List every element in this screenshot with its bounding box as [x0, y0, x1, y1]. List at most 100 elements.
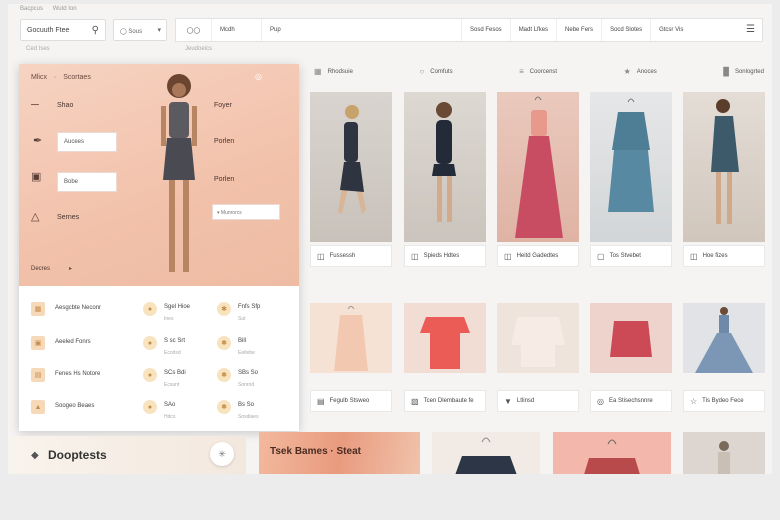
chevron-right-icon[interactable]: ▸	[69, 265, 72, 272]
wifi-icon[interactable]: ◎	[255, 72, 262, 81]
model-figure	[161, 74, 197, 272]
list-item[interactable]: Soogeo Beaes	[55, 403, 94, 409]
product-caption[interactable]: ▤ Fegulb Stsweo	[310, 390, 392, 412]
circle-icon: ○	[419, 67, 425, 76]
panel-right-item[interactable]: Porlen	[214, 138, 234, 145]
product-caption[interactable]: ◫ Hoe fizes	[683, 245, 765, 267]
dropdown-label: Sous	[128, 29, 143, 35]
product-caption[interactable]: ☆ Tis Bydeo Fece	[683, 390, 765, 412]
list-item-label: Aeeled Fonrs	[55, 339, 91, 345]
category-item[interactable]: ★ Anoces	[624, 67, 657, 76]
list-item-label: Bill	[238, 338, 247, 344]
list-item[interactable]: Bill Eeitebe	[238, 338, 255, 356]
caption-label: Tos Stvebet	[609, 253, 641, 259]
product-caption[interactable]: ◎ Ea Stisechsnnre	[590, 390, 672, 412]
nav-item[interactable]: Sosd Fesos	[462, 19, 511, 41]
product-image[interactable]	[404, 303, 486, 373]
product-caption[interactable]: ▧ Tcen Dlembaute fe	[404, 390, 486, 412]
list-item-label: SBs So	[238, 370, 259, 376]
product-caption[interactable]: ◫ Heitd Gadedtes	[497, 245, 579, 267]
sub-label-center: Jeudoeics	[185, 46, 213, 52]
caption-label: Hoe fizes	[702, 253, 728, 259]
product-image[interactable]	[310, 92, 392, 242]
list-item-sub: Ines	[164, 316, 174, 322]
list-item[interactable]: SBs So Sonrod	[238, 370, 258, 388]
product-caption[interactable]: ◫ Fussessh	[310, 245, 392, 267]
list-item-sub: Sut	[238, 316, 246, 322]
list-item-sub: Sonrod	[238, 382, 255, 388]
panel-field[interactable]: Bobe	[57, 172, 117, 192]
caption-label: Ltlinsd	[516, 398, 535, 404]
product-image[interactable]	[404, 92, 486, 242]
list-item-label: Bs So	[238, 402, 255, 408]
product-image[interactable]	[497, 303, 579, 373]
category-item[interactable]: ▦ Rhodsuie	[314, 67, 353, 76]
item-icon: ▲	[31, 400, 45, 414]
panel-footer-label[interactable]: Decres	[31, 266, 50, 272]
product-caption[interactable]: ▼ Ltlinsd	[497, 390, 579, 412]
model-figure	[338, 105, 366, 214]
panel-right-item[interactable]: Porlen	[214, 176, 234, 183]
caption-label: Ea Stisechsnnre	[608, 398, 653, 404]
settings-button[interactable]: ✳	[210, 442, 234, 466]
size-select-value: Munrorcs	[220, 210, 242, 216]
nav-item[interactable]: Nebe Fers	[557, 19, 603, 41]
nav-item[interactable]: Gtcsr Vis	[651, 19, 691, 41]
nav-item[interactable]: Madt Lfkes	[511, 19, 558, 41]
product-image[interactable]	[590, 303, 672, 373]
category-item[interactable]: █ Sonlogrted	[723, 67, 764, 76]
search-input[interactable]: Gocuuth Ftee ⚲	[20, 19, 106, 41]
product-image[interactable]	[553, 432, 671, 474]
sliders-icon: ≡	[519, 67, 524, 76]
hanger-icon[interactable]: △	[31, 210, 39, 223]
item-icon: ✱	[217, 302, 231, 316]
category-item[interactable]: ≡ Coorcenst	[519, 67, 557, 76]
list-item[interactable]: Aesgcbte Neconr	[55, 305, 101, 311]
list-item[interactable]: SAo Hdcs	[164, 402, 175, 420]
nav-item[interactable]: Pup	[262, 19, 462, 41]
size-select[interactable]: ▾ Munrorcs	[212, 204, 280, 220]
product-image[interactable]	[590, 92, 672, 242]
product-image[interactable]	[683, 303, 765, 373]
list-item[interactable]: Sgel Hioe Ines	[164, 304, 190, 322]
pencil-icon[interactable]: ✒	[33, 134, 42, 147]
hat-icon[interactable]: ─	[31, 99, 39, 111]
list-item[interactable]: Fenes Hs Notore	[55, 371, 100, 377]
nav-toggle-icon[interactable]: ◯◯	[176, 19, 212, 41]
sort-dropdown[interactable]: ◯ Sous ▾	[113, 19, 167, 41]
bag-icon: ◫	[317, 251, 325, 261]
hamburger-menu-icon[interactable]: ☰	[746, 24, 755, 35]
search-icon[interactable]: ⚲	[92, 25, 99, 36]
tag-icon: ▢	[597, 251, 605, 261]
product-image[interactable]	[432, 432, 540, 474]
nav-item[interactable]: Mcdh	[212, 19, 262, 41]
list-item-sub: Sosdiaes	[238, 414, 259, 420]
list-item[interactable]: Fnfs Sfp Sut	[238, 304, 260, 322]
product-caption[interactable]: ◫ Spieds Hdtes	[404, 245, 486, 267]
panel-left-item[interactable]: Sernes	[57, 214, 79, 221]
panel-left-item[interactable]: Shao	[57, 102, 73, 109]
list-item[interactable]: Bs So Sosdiaes	[238, 402, 259, 420]
list-item[interactable]: Aeeled Fonrs	[55, 339, 91, 345]
breadcrumb-item[interactable]: Bacpcus	[20, 6, 43, 12]
category-item[interactable]: ○ Comfuts	[419, 67, 452, 76]
caption-label: Tcen Dlembaute fe	[423, 398, 474, 404]
product-image[interactable]	[683, 92, 765, 242]
bag-icon: ◫	[504, 251, 512, 261]
car-icon: ▧	[411, 396, 419, 406]
shirt-figure	[511, 317, 565, 367]
panel-field[interactable]: Aucees	[57, 132, 117, 152]
camera-icon[interactable]: ▣	[31, 170, 41, 183]
panel-right-item[interactable]: Foyer	[214, 102, 232, 109]
list-item-label: Sgel Hioe	[164, 304, 191, 310]
product-image[interactable]	[683, 432, 765, 474]
breadcrumb-item[interactable]: Wutd Ion	[53, 6, 77, 12]
list-item-label: Fnfs Sfp	[238, 304, 261, 310]
list-item[interactable]: SCs Bdi Ecsunt	[164, 370, 186, 388]
product-image[interactable]	[497, 92, 579, 242]
nav-item[interactable]: Socd Slotes	[602, 19, 652, 41]
product-caption[interactable]: ▢ Tos Stvebet	[590, 245, 672, 267]
list-item[interactable]: S sc Srt Ecorlsd	[164, 338, 185, 356]
product-image[interactable]	[310, 303, 392, 373]
search-value: Gocuuth Ftee	[27, 27, 70, 34]
